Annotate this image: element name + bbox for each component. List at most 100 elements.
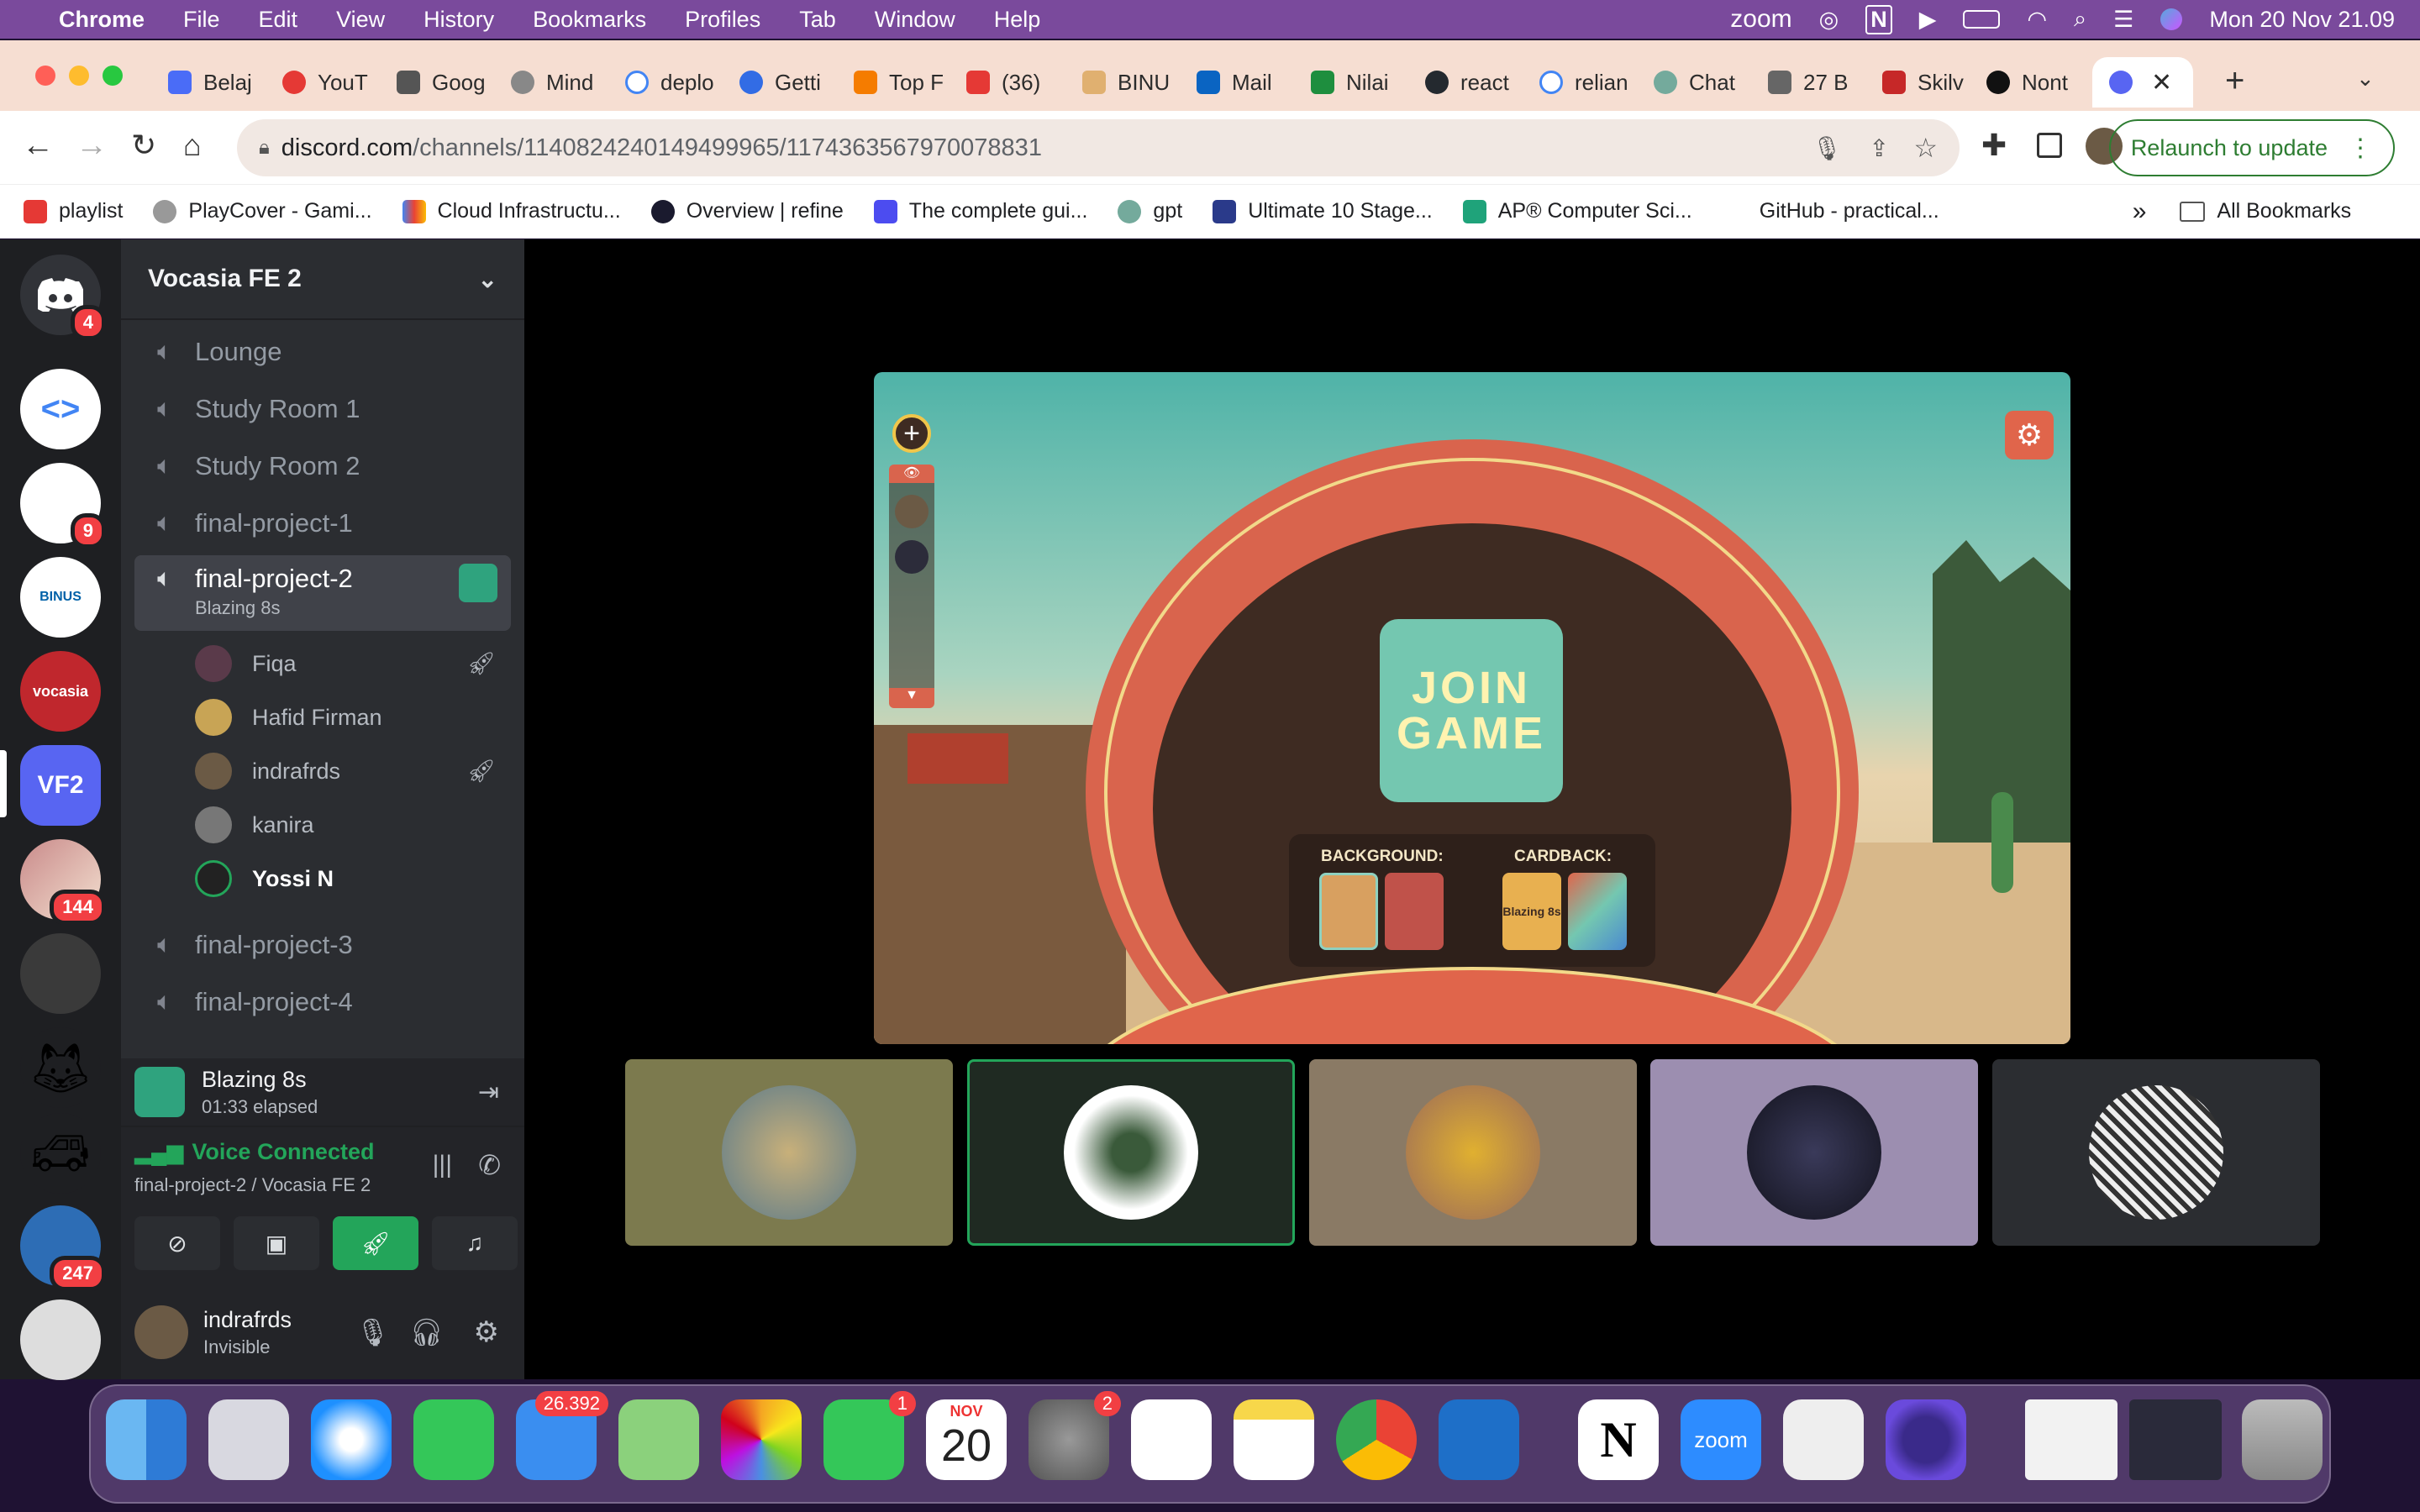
chevron-down-icon[interactable]: ⌄ <box>478 265 497 293</box>
battery-icon[interactable] <box>1963 10 2001 29</box>
minimize-window-button[interactable] <box>69 66 89 86</box>
activity-button[interactable]: 🚀︎ <box>333 1216 418 1270</box>
voice-channel[interactable]: 🔈︎ final-project-4 <box>134 977 511 1027</box>
browser-tab[interactable]: Belaj <box>168 57 260 108</box>
chrome-icon[interactable] <box>1336 1399 1417 1480</box>
browser-tab[interactable]: 27 B <box>1768 57 1860 108</box>
menu-history[interactable]: History <box>424 7 494 33</box>
browser-tab[interactable]: BINU <box>1082 57 1175 108</box>
safari-icon[interactable] <box>311 1399 392 1480</box>
participant-tile[interactable] <box>1992 1059 2320 1246</box>
menu-help[interactable]: Help <box>994 7 1041 33</box>
extensions-icon[interactable]: ✚ <box>1981 128 2007 163</box>
menu-view[interactable]: View <box>336 7 385 33</box>
bookmark-item[interactable]: gpt <box>1118 199 1182 223</box>
browser-tab[interactable]: Nilai <box>1311 57 1403 108</box>
new-tab-icon[interactable]: + <box>2225 62 2244 100</box>
leave-activity-icon[interactable]: ⇥ <box>478 1078 499 1107</box>
facetime-icon[interactable]: 1 <box>823 1391 916 1480</box>
spotlight-icon[interactable]: ⌕ <box>2074 6 2086 33</box>
more-bookmarks-chevron[interactable]: » <box>2133 197 2147 226</box>
server-car[interactable]: 🚙︎ <box>20 1113 101 1194</box>
system-settings-icon[interactable]: 2 <box>1028 1391 1121 1480</box>
blazing-8s-game[interactable]: + 👁︎ ▼ ⚙ JOIN GAME BACKGROUND: CARDBACK: … <box>874 372 2070 1044</box>
browser-tab[interactable]: Top F <box>854 57 946 108</box>
address-bar[interactable]: 🔒︎ discord.com /channels/114082424014949… <box>237 119 1960 176</box>
server-cat[interactable] <box>20 1299 101 1380</box>
maps-icon[interactable] <box>618 1399 699 1480</box>
cardback-option-stripes[interactable] <box>1568 873 1627 950</box>
server-blue[interactable]: 247 <box>20 1205 106 1291</box>
server-vocasia[interactable]: vocasia <box>20 651 101 732</box>
menu-bookmarks[interactable]: Bookmarks <box>533 7 646 33</box>
relaunch-to-update-button[interactable]: Relaunch to update ⋮ <box>2108 119 2395 176</box>
messages-icon[interactable] <box>413 1399 494 1480</box>
bookmark-item[interactable]: Overview | refine <box>650 199 844 223</box>
menu-profiles[interactable]: Profiles <box>685 7 760 33</box>
guild-header[interactable]: Vocasia FE 2 ⌄ <box>121 239 524 320</box>
voice-user[interactable]: Fiqa 🚀︎ <box>195 640 511 687</box>
wifi-icon[interactable]: ◠ <box>2027 7 2047 33</box>
browser-tab[interactable]: deplo <box>625 57 718 108</box>
menu-tab[interactable]: Tab <box>799 7 836 33</box>
all-bookmarks-button[interactable]: All Bookmarks <box>2180 199 2351 223</box>
browser-tab-active[interactable]: ✕ <box>2092 57 2193 108</box>
soundboard-button[interactable]: ♫ <box>432 1216 518 1270</box>
bookmark-item[interactable]: The complete gui... <box>873 199 1087 223</box>
participant-tile[interactable] <box>1650 1059 1978 1246</box>
arc-browser-icon[interactable] <box>1886 1399 1966 1480</box>
browser-tab[interactable]: Mail <box>1197 57 1289 108</box>
zoom-window-button[interactable] <box>103 66 123 86</box>
headset-icon[interactable]: ◎ <box>1819 7 1839 33</box>
join-game-button[interactable]: JOIN GAME <box>1380 619 1563 802</box>
mic-icon[interactable]: 🎙︎ <box>1812 134 1842 162</box>
server-binus[interactable]: BINUS <box>20 557 101 638</box>
bookmark-item[interactable]: AP® Computer Sci... <box>1462 199 1692 223</box>
voice-location[interactable]: final-project-2 / Vocasia FE 2 <box>134 1174 371 1196</box>
finder-icon[interactable] <box>106 1399 187 1480</box>
add-player-button[interactable]: + <box>892 414 931 453</box>
bookmark-item[interactable]: Ultimate 10 Stage... <box>1213 199 1433 223</box>
settings-gear-icon[interactable]: ⚙ <box>474 1315 499 1349</box>
bookmark-star-icon[interactable]: ☆ <box>1913 132 1938 164</box>
bookmark-item[interactable]: playlist <box>24 199 123 223</box>
tab-close-icon[interactable]: ✕ <box>2151 68 2172 97</box>
minimized-window-thumbnail[interactable] <box>2025 1399 2118 1480</box>
participant-tile[interactable] <box>1309 1059 1637 1246</box>
voice-user-speaking[interactable]: Yossi N <box>195 855 511 902</box>
voice-user[interactable]: indrafrds 🚀︎ <box>195 748 511 795</box>
close-window-button[interactable] <box>35 66 55 86</box>
voice-channel[interactable]: 🔈︎ Study Room 2 <box>134 441 511 491</box>
browser-tab[interactable]: Skilv <box>1882 57 1975 108</box>
launchpad-icon[interactable] <box>208 1399 289 1480</box>
menu-edit[interactable]: Edit <box>259 7 298 33</box>
voice-user[interactable]: kanira <box>195 801 511 848</box>
vscode-icon[interactable] <box>1439 1399 1519 1480</box>
browser-tab[interactable]: (36) <box>966 57 1067 108</box>
server-gdsc[interactable]: <> <box>20 369 101 449</box>
reload-icon[interactable]: ↻ <box>131 128 156 163</box>
menu-file[interactable]: File <box>183 7 220 33</box>
headphones-icon[interactable]: 🎧︎ <box>409 1316 444 1348</box>
screen-share-button[interactable]: ▣ <box>234 1216 319 1270</box>
background-option-desert[interactable] <box>1319 873 1378 950</box>
background-option-canyon[interactable] <box>1385 873 1444 950</box>
home-icon[interactable]: ⌂ <box>183 128 202 163</box>
server-google-dots[interactable]: 9 <box>20 463 106 549</box>
bookmark-item[interactable]: PlayCover - Gami... <box>153 199 372 223</box>
browser-tab[interactable]: Chat <box>1654 57 1746 108</box>
server-fox[interactable]: 🦊︎ <box>20 1027 101 1108</box>
forward-icon[interactable]: → <box>76 128 108 164</box>
server-anime[interactable]: 144 <box>20 839 106 925</box>
noise-suppression-icon[interactable]: ||| <box>433 1151 452 1179</box>
browser-tab[interactable]: YouT <box>282 57 375 108</box>
microphone-icon[interactable]: 🎙︎ <box>355 1316 390 1348</box>
game-settings-button[interactable]: ⚙ <box>2005 411 2054 459</box>
menubar-clock[interactable]: Mon 20 Nov 21.09 <box>2209 7 2395 33</box>
voice-channel[interactable]: 🔈︎ final-project-1 <box>134 498 511 549</box>
participant-tile[interactable] <box>625 1059 953 1246</box>
calendar-icon[interactable]: NOV 20 <box>926 1399 1007 1480</box>
back-icon[interactable]: ← <box>22 128 54 164</box>
control-center-icon[interactable]: ☰ <box>2113 7 2133 33</box>
voice-channel[interactable]: 🔈︎ final-project-3 <box>134 920 511 970</box>
